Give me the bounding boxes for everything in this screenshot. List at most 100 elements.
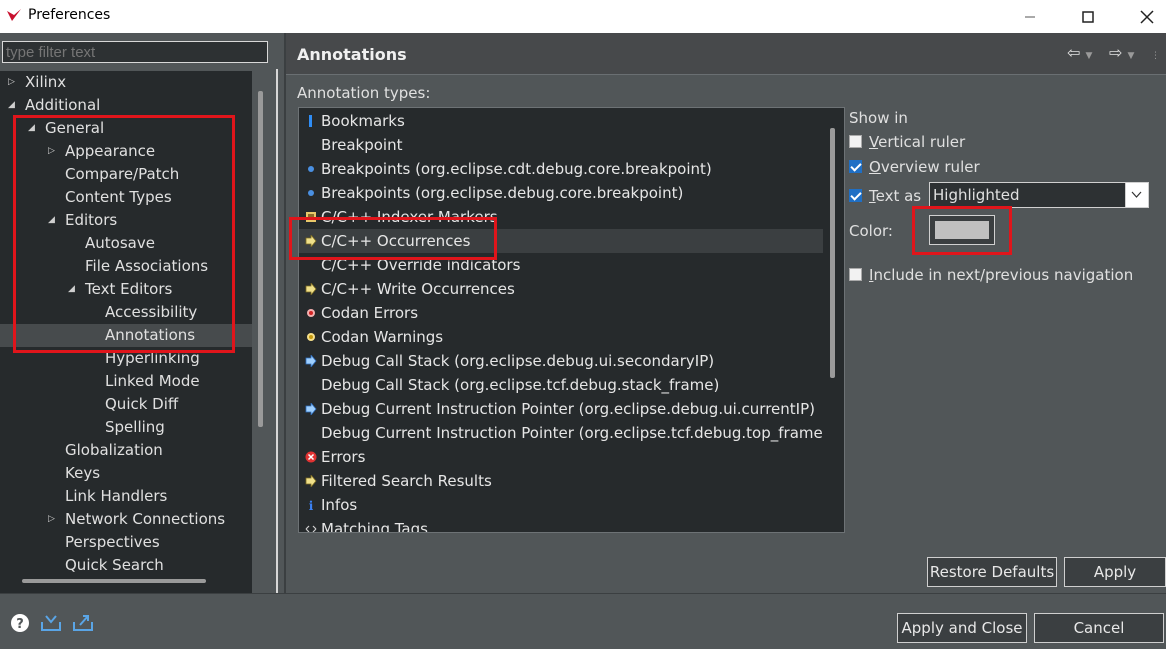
tree-item[interactable]: ▷ Xilinx <box>0 71 252 94</box>
annotation-type-row[interactable]: C/C++ Occurrences <box>299 229 823 253</box>
forward-dropdown-icon[interactable]: ▼ <box>1128 51 1135 61</box>
annotation-types-list: Bookmarks Breakpoint Breakpoints (org.ecli… <box>298 107 845 533</box>
expanded-twisty-icon[interactable]: ◢ <box>68 278 75 301</box>
tree-item[interactable]: ▷ Network Connections <box>0 508 252 531</box>
tree-item-label: Quick Diff <box>105 395 179 413</box>
annotation-type-row[interactable]: Codan Warnings <box>299 325 823 349</box>
annotation-type-row[interactable]: Matching Tags <box>299 517 823 532</box>
export-icon[interactable] <box>72 613 94 633</box>
page-header: Annotations ⇦ ▼ ⇨ ▼ ⋮ <box>286 33 1166 75</box>
include-navigation-checkbox-box[interactable] <box>849 268 862 281</box>
tree-item[interactable]: Spelling <box>0 416 252 439</box>
page-title: Annotations <box>297 45 407 64</box>
annotation-type-row[interactable]: Filtered Search Results <box>299 469 823 493</box>
forward-button[interactable]: ⇨ ▼ <box>1109 43 1134 62</box>
expanded-twisty-icon[interactable]: ◢ <box>8 94 15 117</box>
collapsed-twisty-icon[interactable]: ▷ <box>48 140 55 163</box>
tree-item[interactable]: ▷ Appearance <box>0 140 252 163</box>
tree-item-label: Link Handlers <box>65 487 168 505</box>
tree-item[interactable]: ◢ Additional <box>0 94 252 117</box>
filter-input[interactable] <box>2 41 268 63</box>
tree-horizontal-scrollbar[interactable] <box>22 579 206 583</box>
annotation-type-label: Breakpoints (org.eclipse.cdt.debug.core.… <box>321 160 712 178</box>
annotation-type-row[interactable]: Debug Current Instruction Pointer (org.e… <box>299 397 823 421</box>
tree-item-label: Accessibility <box>105 303 198 321</box>
tree-item[interactable]: ◢ Editors <box>0 209 252 232</box>
apply-and-close-button[interactable]: Apply and Close <box>897 613 1027 643</box>
annotation-type-row[interactable]: Debug Call Stack (org.eclipse.debug.ui.s… <box>299 349 823 373</box>
text-style-dropdown-button[interactable] <box>1125 183 1148 207</box>
import-icon[interactable] <box>40 613 62 633</box>
tree-item[interactable]: ◢ General <box>0 117 252 140</box>
matching-tags-icon <box>305 525 317 532</box>
text-as-checkbox-box[interactable] <box>849 189 862 202</box>
tree-item[interactable]: Quick Diff <box>0 393 252 416</box>
tree-item[interactable]: Globalization <box>0 439 252 462</box>
list-vertical-scrollbar[interactable] <box>830 128 835 378</box>
view-menu-icon[interactable]: ⋮ <box>1151 43 1160 62</box>
annotation-type-row[interactable]: Breakpoints (org.eclipse.debug.core.brea… <box>299 181 823 205</box>
help-icon[interactable]: ? <box>10 613 32 633</box>
back-arrow-icon: ⇦ <box>1067 43 1081 62</box>
apply-label: Apply <box>1093 563 1137 581</box>
text-style-select[interactable]: Highlighted <box>929 182 1149 208</box>
annotation-type-row[interactable]: Codan Errors <box>299 301 823 325</box>
tree-item[interactable]: Autosave <box>0 232 252 255</box>
overview-ruler-mnemonic: O <box>869 158 881 176</box>
restore-defaults-button[interactable]: Restore Defaults <box>927 557 1057 587</box>
tree-item[interactable]: Compare/Patch <box>0 163 252 186</box>
tree-item-label: Network Connections <box>65 510 226 528</box>
close-button[interactable] <box>1117 0 1166 33</box>
collapsed-twisty-icon[interactable]: ▷ <box>8 71 15 94</box>
close-icon <box>1140 9 1154 24</box>
tree-item[interactable]: Link Handlers <box>0 485 252 508</box>
annotation-type-row[interactable]: C/C++ Write Occurrences <box>299 277 823 301</box>
tree-item-label: General <box>45 119 105 137</box>
overview-ruler-checkbox-box[interactable] <box>849 160 862 173</box>
annotation-type-row[interactable]: Breakpoints (org.eclipse.cdt.debug.core.… <box>299 157 823 181</box>
tree-item[interactable]: Annotations <box>0 324 252 347</box>
tree-item[interactable]: Keys <box>0 462 252 485</box>
text-as-mnemonic: T <box>869 187 876 205</box>
expanded-twisty-icon[interactable]: ◢ <box>48 209 55 232</box>
annotation-type-label: Filtered Search Results <box>321 472 492 490</box>
tree-item[interactable]: Quick Search <box>0 554 252 577</box>
annotation-type-row[interactable]: Errors <box>299 445 823 469</box>
tree-item-label: Xilinx <box>25 73 67 91</box>
dialog-footer: ? Apply and Close Cancel <box>0 593 1166 649</box>
annotation-types-label: Annotation types: <box>297 84 431 102</box>
back-dropdown-icon[interactable]: ▼ <box>1086 51 1093 61</box>
text-style-value: Highlighted <box>933 186 1020 204</box>
annotation-type-label: C/C++ Indexer Markers <box>321 208 498 226</box>
tree-item[interactable]: Perspectives <box>0 531 252 554</box>
tree-item[interactable]: Accessibility <box>0 301 252 324</box>
color-picker-button[interactable] <box>929 215 995 245</box>
annotation-type-row[interactable]: Breakpoint <box>299 133 823 157</box>
minimize-button[interactable] <box>1000 0 1060 33</box>
tree-item[interactable]: Content Types <box>0 186 252 209</box>
annotation-type-row[interactable]: C/C++ Override indicators <box>299 253 823 277</box>
expanded-twisty-icon[interactable]: ◢ <box>28 117 35 140</box>
tree-item[interactable]: Linked Mode <box>0 370 252 393</box>
apply-button[interactable]: Apply <box>1064 557 1166 587</box>
cancel-label: Cancel <box>1073 619 1125 637</box>
collapsed-twisty-icon[interactable]: ▷ <box>48 508 55 531</box>
annotation-type-row[interactable]: C/C++ Indexer Markers <box>299 205 823 229</box>
occurrence-arrow-icon <box>305 235 317 247</box>
tree-vertical-scrollbar[interactable] <box>258 91 263 427</box>
cancel-button[interactable]: Cancel <box>1034 613 1164 643</box>
vertical-ruler-label-rest: ertical ruler <box>878 133 966 151</box>
annotation-type-row[interactable]: Debug Current Instruction Pointer (org.e… <box>299 421 823 445</box>
annotation-type-row[interactable]: i Infos <box>299 493 823 517</box>
info-icon: i <box>309 499 314 511</box>
back-button[interactable]: ⇦ ▼ <box>1067 43 1092 62</box>
tree-item-label: Perspectives <box>65 533 160 551</box>
tree-item[interactable]: File Associations <box>0 255 252 278</box>
annotation-type-row[interactable]: Bookmarks <box>299 109 823 133</box>
vertical-ruler-checkbox-box[interactable] <box>849 135 862 148</box>
maximize-button[interactable] <box>1058 0 1118 33</box>
tree-item[interactable]: Hyperlinking <box>0 347 252 370</box>
tree-item[interactable]: ◢ Text Editors <box>0 278 252 301</box>
annotation-type-label: Debug Current Instruction Pointer (org.e… <box>321 400 815 418</box>
annotation-type-row[interactable]: Debug Call Stack (org.eclipse.tcf.debug.… <box>299 373 823 397</box>
